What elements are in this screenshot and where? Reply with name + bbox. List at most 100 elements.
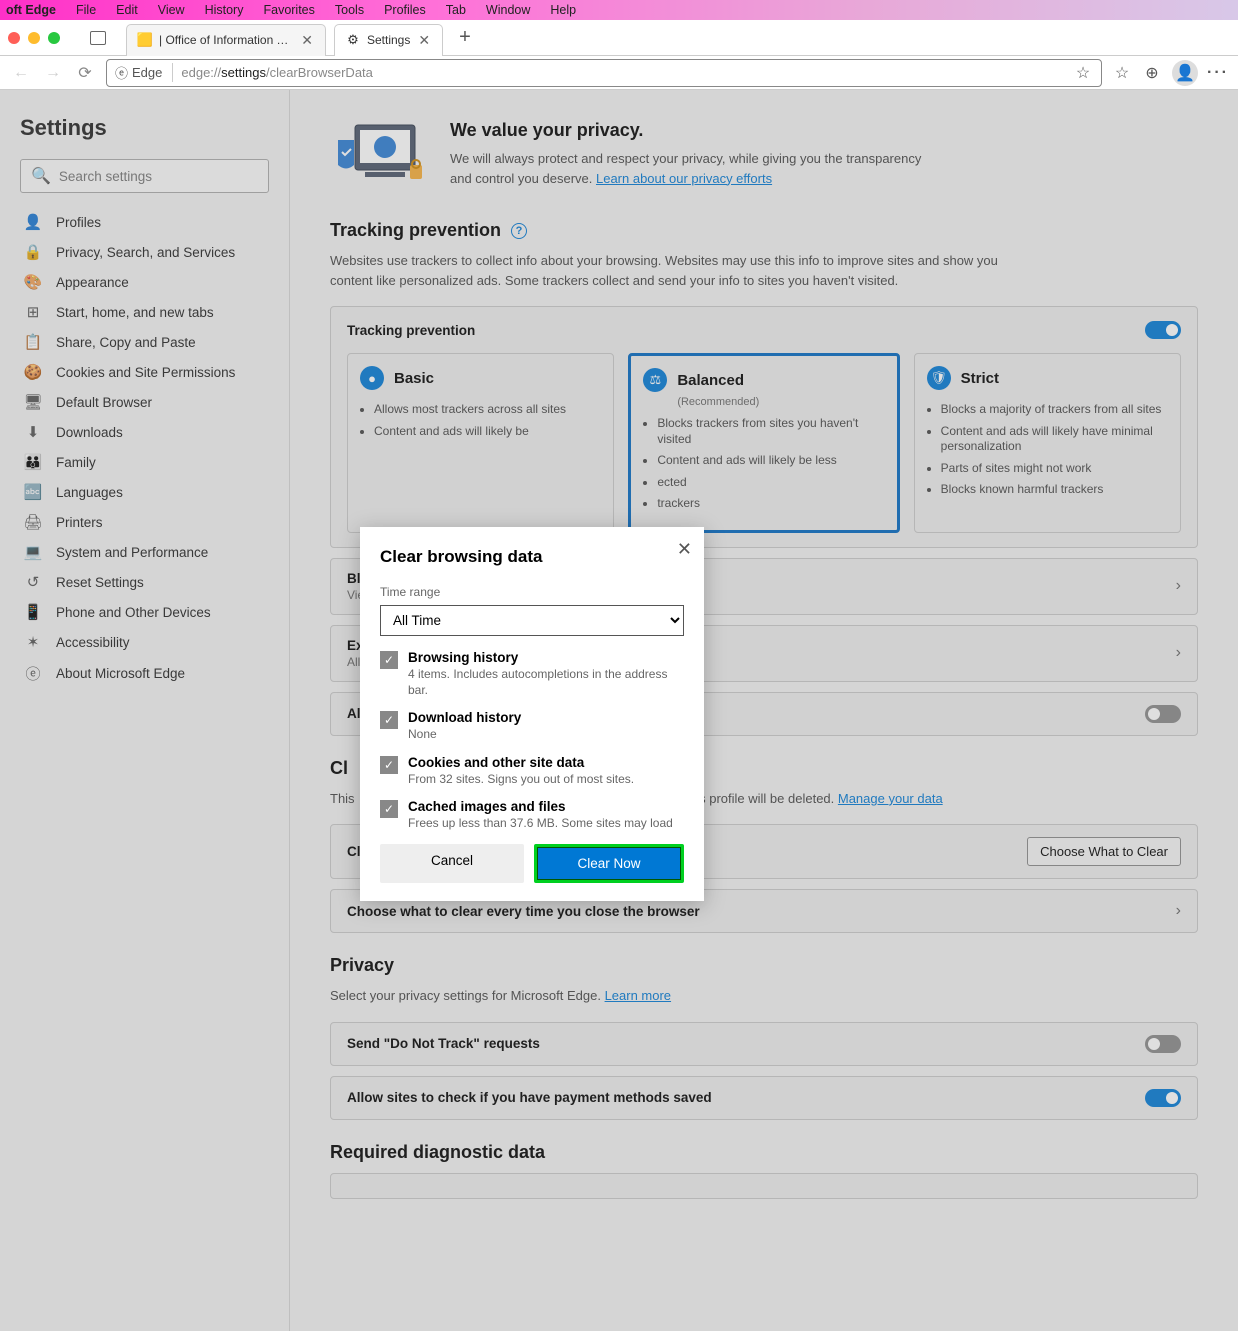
sidebar-item-profiles[interactable]: 👤Profiles bbox=[20, 207, 269, 237]
clear-item-label: Download history bbox=[408, 710, 521, 725]
clear-browsing-data-modal: ✕ Clear browsing data Time range All Tim… bbox=[360, 527, 704, 901]
checkbox-icon[interactable]: ✓ bbox=[380, 651, 398, 669]
chevron-right-icon: › bbox=[1176, 577, 1181, 595]
search-field[interactable] bbox=[59, 169, 258, 184]
menu-history[interactable]: History bbox=[205, 3, 244, 17]
inprivate-strict-toggle[interactable] bbox=[1145, 705, 1181, 723]
manage-data-link[interactable]: Manage your data bbox=[838, 791, 943, 806]
tracking-option-title: Balanced bbox=[677, 372, 744, 389]
more-menu-button[interactable]: ··· bbox=[1208, 63, 1228, 83]
maximize-window-button[interactable] bbox=[48, 32, 60, 44]
reload-button[interactable]: ⟳ bbox=[74, 62, 96, 84]
close-window-button[interactable] bbox=[8, 32, 20, 44]
sidebar-label: Cookies and Site Permissions bbox=[56, 365, 235, 380]
sidebar-label: Reset Settings bbox=[56, 575, 144, 590]
help-icon[interactable]: ? bbox=[511, 223, 527, 239]
sidebar-item-privacy-search-and-services[interactable]: 🔒 Privacy, Search, and Services bbox=[20, 237, 269, 267]
minimize-window-button[interactable] bbox=[28, 32, 40, 44]
clear-item-browsing-history[interactable]: ✓Browsing history4 items. Includes autoc… bbox=[380, 650, 678, 698]
sidebar-item-languages[interactable]: 🔤Languages bbox=[20, 477, 269, 507]
menu-tab[interactable]: Tab bbox=[446, 3, 466, 17]
sidebar-item-family[interactable]: 👪Family bbox=[20, 447, 269, 477]
sidebar-item-about-microsoft-edge[interactable]: ⓔAbout Microsoft Edge bbox=[20, 657, 269, 690]
sidebar-icon: 📱 bbox=[24, 603, 42, 621]
back-button[interactable]: ← bbox=[10, 62, 32, 84]
tracking-toggle-label: Tracking prevention bbox=[347, 323, 475, 338]
sidebar-label: Family bbox=[56, 455, 96, 470]
sidebar-icon: 👤 bbox=[24, 213, 42, 231]
sidebar-item-downloads[interactable]: ⬇Downloads bbox=[20, 417, 269, 447]
sidebar-icon: 💻 bbox=[24, 543, 42, 561]
menu-view[interactable]: View bbox=[158, 3, 185, 17]
tracking-toggle[interactable] bbox=[1145, 321, 1181, 339]
sidebar-icon: 🎨 bbox=[24, 273, 42, 291]
sidebar-item-appearance[interactable]: 🎨Appearance bbox=[20, 267, 269, 297]
cancel-button[interactable]: Cancel bbox=[380, 844, 524, 883]
collections-icon[interactable]: ⊕ bbox=[1142, 63, 1162, 83]
learn-more-link[interactable]: Learn more bbox=[605, 988, 671, 1003]
do-not-track-toggle[interactable] bbox=[1145, 1035, 1181, 1053]
sidebar-icon: ✶ bbox=[24, 633, 42, 651]
tab-settings[interactable]: ⚙ Settings ✕ bbox=[334, 24, 443, 56]
menu-edit[interactable]: Edit bbox=[116, 3, 138, 17]
tab-overview-icon[interactable] bbox=[90, 31, 106, 45]
tracking-option-title: Strict bbox=[961, 370, 999, 387]
time-range-select[interactable]: All Time bbox=[380, 605, 684, 636]
close-tab-button[interactable]: ✕ bbox=[416, 32, 432, 49]
choose-what-to-clear-button[interactable]: Choose What to Clear bbox=[1027, 837, 1181, 866]
checkbox-icon[interactable]: ✓ bbox=[380, 711, 398, 729]
menu-favorites[interactable]: Favorites bbox=[263, 3, 314, 17]
data-types-list[interactable]: ✓Browsing history4 items. Includes autoc… bbox=[380, 650, 684, 830]
sidebar-label: Printers bbox=[56, 515, 103, 530]
sidebar-item-phone-and-other-devices[interactable]: 📱 Phone and Other Devices bbox=[20, 597, 269, 627]
clear-item-download-history[interactable]: ✓Download historyNone bbox=[380, 710, 678, 743]
sidebar-item-start-home-and-new-tabs[interactable]: ⊞Start, home, and new tabs bbox=[20, 297, 269, 327]
new-tab-button[interactable]: + bbox=[451, 26, 479, 49]
address-bar[interactable]: ⓔ Edge edge://settings/clearBrowserData … bbox=[106, 59, 1102, 87]
menu-app[interactable]: oft Edge bbox=[6, 3, 56, 17]
sidebar-item-system-and-performance[interactable]: 💻System and Performance bbox=[20, 537, 269, 567]
tracking-option-strict[interactable]: 🛡StrictBlocks a majority of trackers fro… bbox=[914, 353, 1181, 533]
recommended-label: (Recommended) bbox=[677, 396, 884, 408]
menu-window[interactable]: Window bbox=[486, 3, 530, 17]
sidebar-item-accessibility[interactable]: ✶Accessibility bbox=[20, 627, 269, 657]
gear-icon: ⚙ bbox=[345, 32, 361, 48]
close-modal-button[interactable]: ✕ bbox=[677, 539, 692, 560]
sidebar-item-share-copy-and-paste[interactable]: 📋Share, Copy and Paste bbox=[20, 327, 269, 357]
url-text: edge://settings/clearBrowserData bbox=[181, 65, 373, 80]
tab-office-it[interactable]: 🟨 | Office of Information Technol… ✕ bbox=[126, 24, 326, 56]
sidebar-label: Phone and Other Devices bbox=[56, 605, 211, 620]
tab-title: | Office of Information Technol… bbox=[159, 33, 293, 47]
search-settings-input[interactable]: 🔍 bbox=[20, 159, 269, 193]
payment-methods-toggle[interactable] bbox=[1145, 1089, 1181, 1107]
checkbox-icon[interactable]: ✓ bbox=[380, 800, 398, 818]
sidebar-label: Privacy, Search, and Services bbox=[56, 245, 235, 260]
privacy-hero: We value your privacy. We will always pr… bbox=[330, 120, 1198, 190]
tracking-card: Tracking prevention ●BasicAllows most tr… bbox=[330, 306, 1198, 548]
tracking-option-title: Basic bbox=[394, 370, 434, 387]
favorites-icon[interactable]: ☆ bbox=[1112, 63, 1132, 83]
menu-profiles[interactable]: Profiles bbox=[384, 3, 426, 17]
clear-item-cached-images-and-files[interactable]: ✓Cached images and filesFrees up less th… bbox=[380, 799, 678, 830]
sidebar-item-printers[interactable]: 🖨Printers bbox=[20, 507, 269, 537]
sidebar-item-reset-settings[interactable]: ↺Reset Settings bbox=[20, 567, 269, 597]
sidebar-item-default-browser[interactable]: 🖥Default Browser bbox=[20, 387, 269, 417]
sidebar-icon: 🔒 bbox=[24, 243, 42, 261]
favorite-icon[interactable]: ☆ bbox=[1073, 63, 1093, 83]
menu-help[interactable]: Help bbox=[550, 3, 576, 17]
page-title: Settings bbox=[20, 115, 269, 141]
checkbox-icon[interactable]: ✓ bbox=[380, 756, 398, 774]
menu-file[interactable]: File bbox=[76, 3, 96, 17]
clear-now-button[interactable]: Clear Now bbox=[534, 844, 684, 883]
privacy-efforts-link[interactable]: Learn about our privacy efforts bbox=[596, 171, 772, 186]
traffic-lights bbox=[8, 32, 60, 44]
tracking-option-basic[interactable]: ●BasicAllows most trackers across all si… bbox=[347, 353, 614, 533]
tracking-option-balanced[interactable]: ⚖Balanced(Recommended)Blocks trackers fr… bbox=[628, 353, 899, 533]
menu-tools[interactable]: Tools bbox=[335, 3, 364, 17]
profile-button[interactable]: 👤 bbox=[1172, 60, 1198, 86]
clear-item-cookies-and-other-site-data[interactable]: ✓Cookies and other site dataFrom 32 site… bbox=[380, 755, 678, 788]
forward-button[interactable]: → bbox=[42, 62, 64, 84]
sidebar-item-cookies-and-site-permissions[interactable]: 🍪Cookies and Site Permissions bbox=[20, 357, 269, 387]
clear-item-sub: From 32 sites. Signs you out of most sit… bbox=[408, 772, 634, 788]
close-tab-button[interactable]: ✕ bbox=[299, 32, 315, 49]
